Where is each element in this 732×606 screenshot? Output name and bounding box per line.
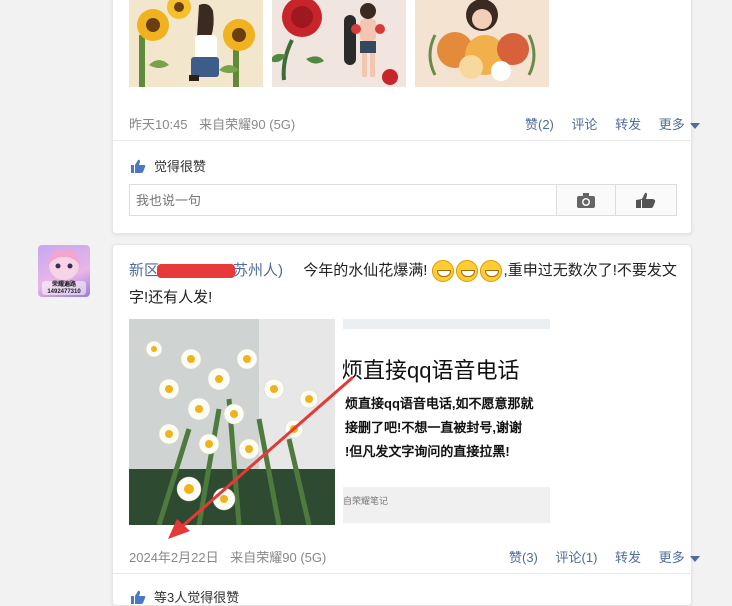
comment-box <box>129 184 677 216</box>
avatar-id: 1492477310 <box>47 289 81 295</box>
post-card: 新区 苏州人) 今年的水仙花爆满! ,重申过无数次了!不要发文字!还有人发! 烦… <box>112 244 700 606</box>
thumbs-up-icon <box>636 192 656 208</box>
grin-emoji-icon <box>455 260 478 283</box>
divider <box>113 140 691 141</box>
post-meta: 昨天10:45 来自荣耀90 (5G) <box>129 114 295 133</box>
comment-button[interactable]: 评论(1) <box>556 550 598 565</box>
camera-icon <box>577 192 595 208</box>
more-label: 更多 <box>658 550 685 565</box>
username: 新区 <box>129 262 160 279</box>
thumbs-up-icon <box>131 590 146 604</box>
username-suffix: 苏州人) <box>233 262 284 279</box>
avatar[interactable]: 荣耀遍路 1492477310 <box>38 245 90 297</box>
chevron-down-icon <box>689 122 700 129</box>
screenshot-line: !但凡发文字询问的直接拉黑! <box>345 444 510 459</box>
like-send-button[interactable] <box>615 185 676 215</box>
post-image[interactable] <box>129 319 335 525</box>
screenshot-header-bar <box>343 319 550 329</box>
like-summary-text: 觉得很赞 <box>154 159 207 174</box>
like-summary: 等3人觉得很赞 <box>131 587 239 606</box>
rose-illustration <box>272 0 406 87</box>
screenshot-title: 烦直接qq语音电话 <box>343 358 520 383</box>
post-card: 昨天10:45 来自荣耀90 (5G) 赞(2) 评论 转发 更多 觉得很赞 <box>112 0 700 234</box>
more-button[interactable]: 更多 <box>659 117 700 132</box>
post-source: 来自荣耀90 (5G) <box>230 550 327 565</box>
post-meta: 2024年2月22日 来自荣耀90 (5G) <box>129 547 326 566</box>
like-summary-text: 等3人觉得很赞 <box>154 590 240 605</box>
post-source: 来自荣耀90 (5G) <box>199 117 296 132</box>
post-image[interactable] <box>272 0 406 87</box>
chevron-down-icon <box>689 555 700 562</box>
post-image[interactable]: 烦直接qq语音电话 烦直接qq语音电话,如不愿意那就 接删了吧!不想一直被封号,… <box>343 319 550 525</box>
post-image[interactable] <box>129 0 263 87</box>
more-label: 更多 <box>658 117 685 132</box>
sunflower-illustration <box>129 0 263 87</box>
thumbs-up-icon <box>131 159 146 173</box>
divider <box>113 573 691 574</box>
username-link[interactable]: 新区 苏州人) <box>129 262 283 279</box>
comment-button[interactable]: 评论 <box>572 117 598 132</box>
grin-emoji-icon <box>431 260 454 283</box>
comment-input[interactable] <box>130 185 556 215</box>
like-summary: 觉得很赞 <box>131 156 206 175</box>
grin-emoji-icon <box>479 260 502 283</box>
repost-button[interactable]: 转发 <box>615 550 641 565</box>
screenshot-line: 烦直接qq语音电话,如不愿意那就 <box>345 396 534 411</box>
post-content-part1: 今年的水仙花爆满! <box>303 262 428 279</box>
screenshot-line: 接删了吧!不想一直被封号,谢谢 <box>345 420 522 435</box>
post-actions: 赞(2) 评论 转发 更多 <box>525 114 700 133</box>
more-button[interactable]: 更多 <box>659 550 700 565</box>
camera-button[interactable] <box>556 185 615 215</box>
like-button[interactable]: 赞(2) <box>525 117 554 132</box>
screenshot-footer: 自荣耀笔记 <box>343 487 550 523</box>
avatar-name: 荣耀遍路 <box>51 282 76 288</box>
screenshot-footer-text: 自荣耀笔记 <box>343 496 389 506</box>
repost-button[interactable]: 转发 <box>615 117 641 132</box>
like-button[interactable]: 赞(3) <box>509 550 538 565</box>
flower-girl-illustration <box>415 0 549 87</box>
post-text: 新区 苏州人) 今年的水仙花爆满! ,重申过无数次了!不要发文字!还有人发! <box>129 257 677 311</box>
post-actions: 赞(3) 评论(1) 转发 更多 <box>509 547 700 566</box>
post-image[interactable] <box>415 0 549 87</box>
redaction-mark <box>157 264 236 279</box>
narcissus-photo <box>129 319 335 525</box>
post-time[interactable]: 2024年2月22日 <box>129 550 219 565</box>
post-time[interactable]: 昨天10:45 <box>129 117 188 132</box>
